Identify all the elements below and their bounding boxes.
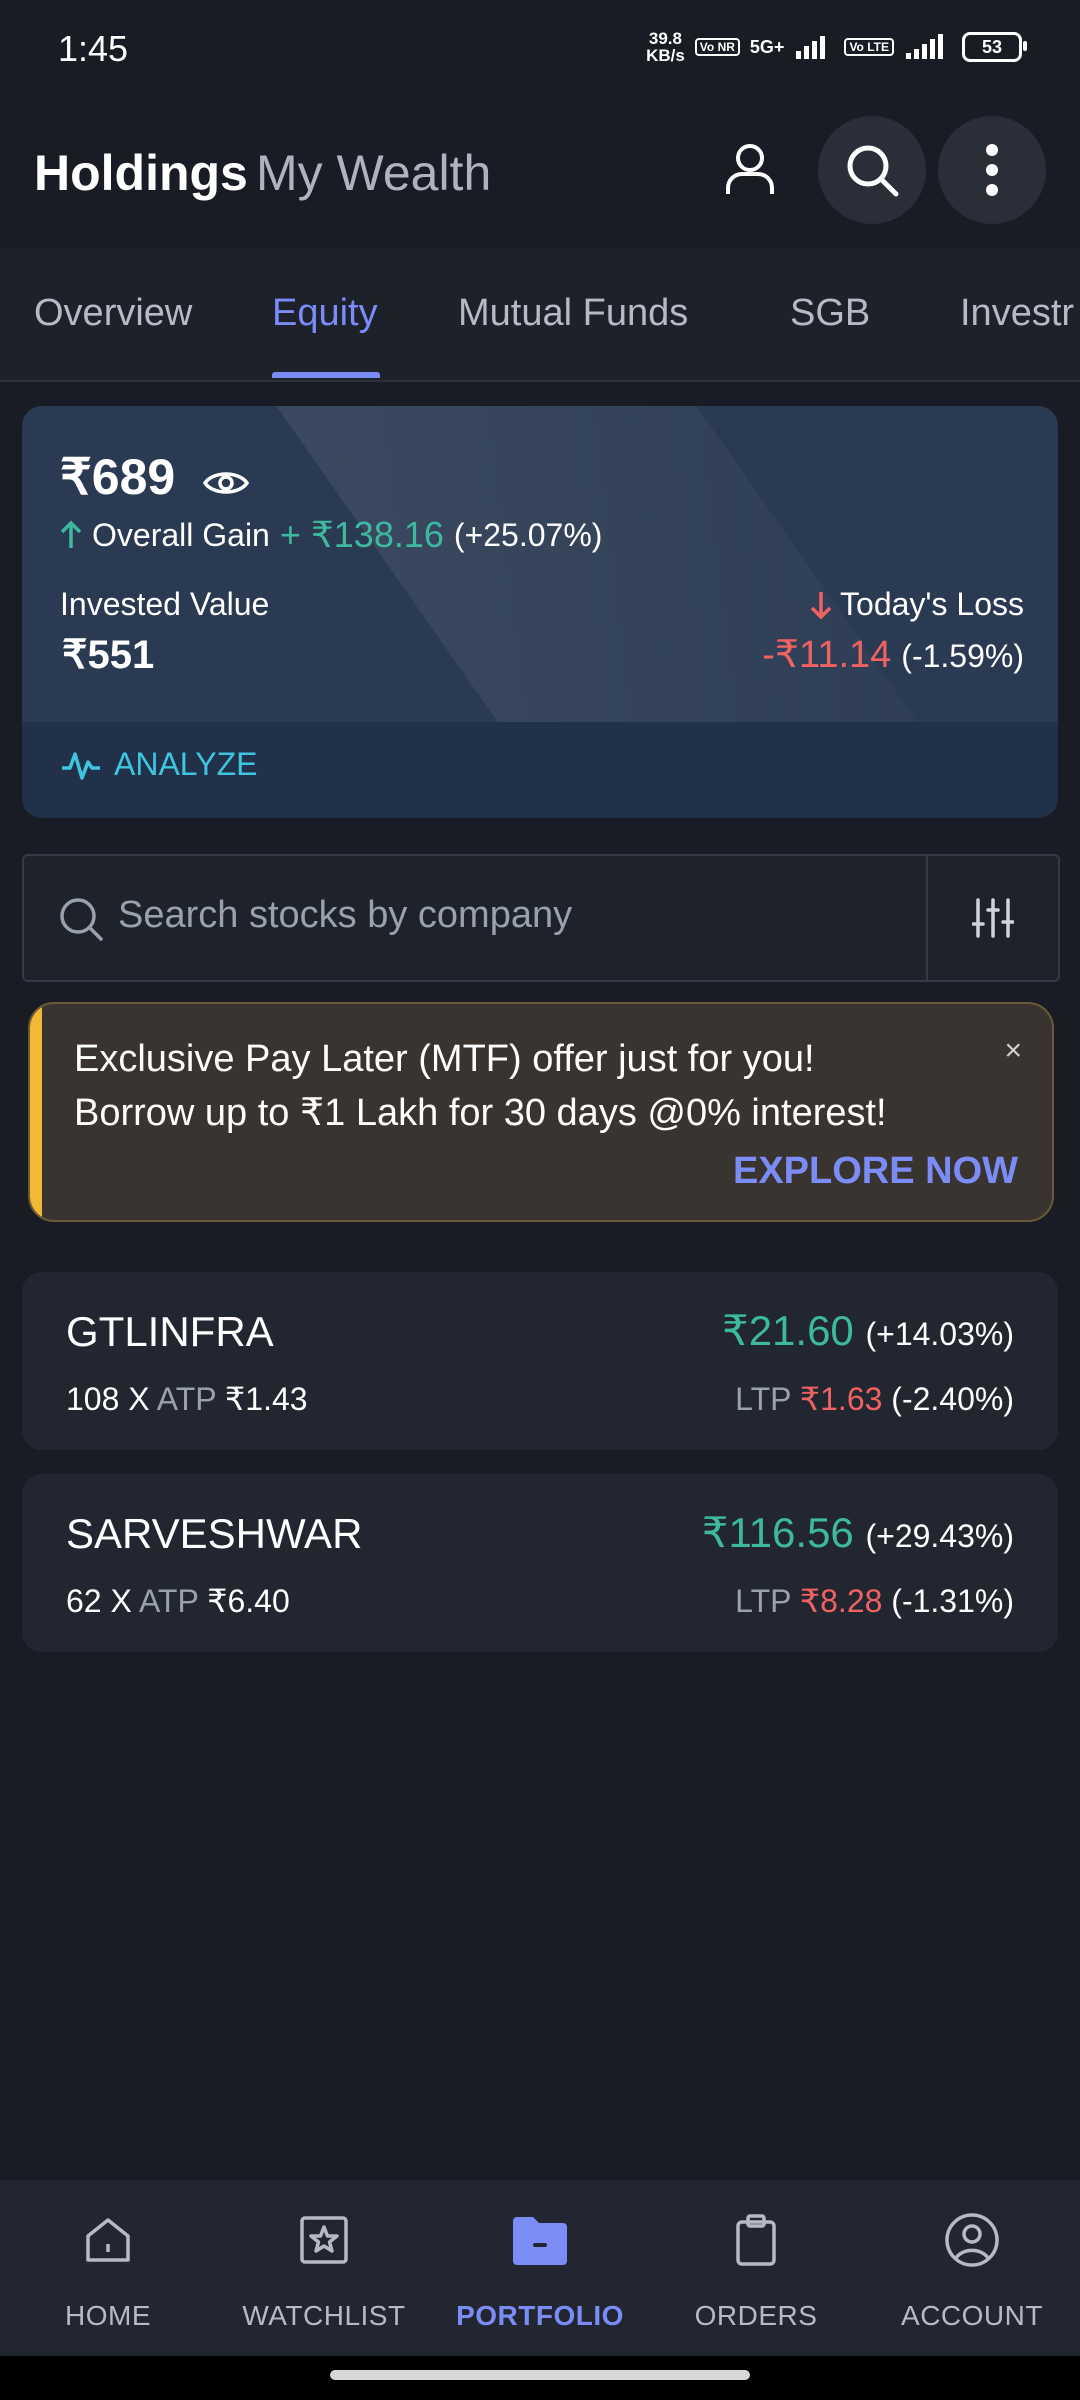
todays-loss-value: -₹11.14: [762, 634, 892, 676]
eye-icon: [203, 472, 250, 494]
portfolio-summary-card: ₹689 Overall Gain + ₹138.16 (+25.07%) In…: [22, 406, 1058, 818]
arrow-down-icon: [810, 591, 832, 619]
explore-now-button[interactable]: EXPLORE NOW: [733, 1150, 1018, 1193]
todays-loss-label: Today's Loss: [840, 586, 1024, 622]
stock-name: GTLINFRA: [66, 1308, 274, 1355]
nav-orders[interactable]: ORDERS: [648, 2180, 864, 2356]
holding-row[interactable]: GTLINFRA 108 X ATP ₹1.43 ₹21.60 (+14.03%…: [22, 1272, 1058, 1450]
tab-mutual-funds[interactable]: Mutual Funds: [458, 292, 688, 335]
search-icon: [60, 898, 103, 941]
gesture-handle[interactable]: [330, 2370, 750, 2380]
tab-overview[interactable]: Overview: [34, 292, 192, 335]
invested-value: ₹551: [62, 633, 155, 677]
orders-clipboard-icon: [724, 2208, 788, 2272]
nav-home[interactable]: HOME: [0, 2180, 216, 2356]
user-icon: [726, 144, 774, 194]
visibility-toggle[interactable]: [203, 452, 250, 510]
tabs-bar: Overview Equity Mutual Funds SGB Investr: [0, 248, 1080, 382]
net-speed: 39.8 KB/s: [646, 29, 685, 65]
signal-icon: [906, 34, 943, 59]
volte-nr-tag: Vo NR: [694, 38, 740, 56]
my-wealth-link[interactable]: My Wealth: [256, 144, 491, 202]
tab-sgb[interactable]: SGB: [790, 292, 870, 335]
status-icons: 39.8 KB/s Vo NR 5G+ Vo LTE 53: [646, 29, 1027, 65]
close-icon[interactable]: ×: [1004, 1034, 1022, 1068]
nav-portfolio[interactable]: PORTFOLIO: [432, 2180, 648, 2356]
profile-button[interactable]: [696, 116, 804, 224]
overall-gain-label: Overall Gain: [92, 516, 270, 553]
holding-value: ₹21.60 (+14.03%): [721, 1307, 1014, 1354]
todays-loss-pct: (-1.59%): [901, 638, 1024, 674]
analyze-button[interactable]: ANALYZE: [60, 746, 257, 783]
nav-account[interactable]: ACCOUNT: [864, 2180, 1080, 2356]
bottom-navigation: HOME WATCHLIST PORTFOLIO ORDERS ACCOUNT: [0, 2180, 1080, 2356]
portfolio-folder-icon: [508, 2208, 572, 2272]
current-value: ₹689: [60, 448, 250, 510]
watchlist-star-icon: [292, 2208, 356, 2272]
more-options-button[interactable]: [938, 116, 1046, 224]
todays-loss-label-row: Today's Loss: [810, 586, 1024, 623]
quantity-atp: 108 X ATP ₹1.43: [66, 1381, 308, 1417]
holding-row[interactable]: SARVESHWAR 62 X ATP ₹6.40 ₹116.56 (+29.4…: [22, 1474, 1058, 1652]
ltp-info: LTP ₹1.63 (-2.40%): [735, 1381, 1014, 1417]
search-stocks-input[interactable]: Search stocks by company: [22, 854, 1060, 982]
tab-equity[interactable]: Equity: [272, 292, 378, 335]
nav-watchlist[interactable]: WATCHLIST: [216, 2180, 432, 2356]
todays-loss-row: -₹11.14 (-1.59%): [762, 632, 1024, 677]
tab-investments[interactable]: Investr: [960, 292, 1074, 335]
promo-text: Exclusive Pay Later (MTF) offer just for…: [74, 1038, 887, 1134]
mtf-promo-banner: Exclusive Pay Later (MTF) offer just for…: [28, 1002, 1054, 1222]
card-sheen: [276, 406, 928, 736]
promo-stripe: [30, 1004, 42, 1220]
battery-icon: 53: [962, 32, 1027, 62]
network-type: 5G+: [749, 36, 785, 57]
active-tab-indicator: [272, 372, 380, 378]
search-button[interactable]: [818, 116, 926, 224]
signal-icon: [796, 36, 826, 59]
status-time: 1:45: [58, 28, 129, 69]
home-icon: [76, 2208, 140, 2272]
invested-label: Invested Value: [60, 586, 270, 622]
overall-gain-row: Overall Gain + ₹138.16 (+25.07%): [60, 514, 602, 556]
search-placeholder: Search stocks by company: [118, 894, 573, 936]
page-title: Holdings: [34, 145, 248, 201]
filter-button[interactable]: [928, 856, 1058, 980]
volte-lte-tag: Vo LTE: [844, 38, 894, 56]
holding-value: ₹116.56 (+29.43%): [701, 1509, 1014, 1556]
account-icon: [940, 2208, 1004, 2272]
more-vertical-icon: [986, 144, 998, 196]
arrow-up-icon: [60, 520, 82, 548]
analyze-label: ANALYZE: [114, 746, 258, 782]
ltp-info: LTP ₹8.28 (-1.31%): [735, 1583, 1014, 1619]
stock-name: SARVESHWAR: [66, 1510, 363, 1557]
overall-gain-pct: (+25.07%): [453, 516, 603, 553]
search-icon: [847, 145, 899, 197]
overall-gain-value: + ₹138.16: [279, 514, 444, 555]
pulse-icon: [62, 751, 100, 780]
filter-sliders-icon: [972, 898, 1014, 938]
quantity-atp: 62 X ATP ₹6.40: [66, 1583, 290, 1619]
